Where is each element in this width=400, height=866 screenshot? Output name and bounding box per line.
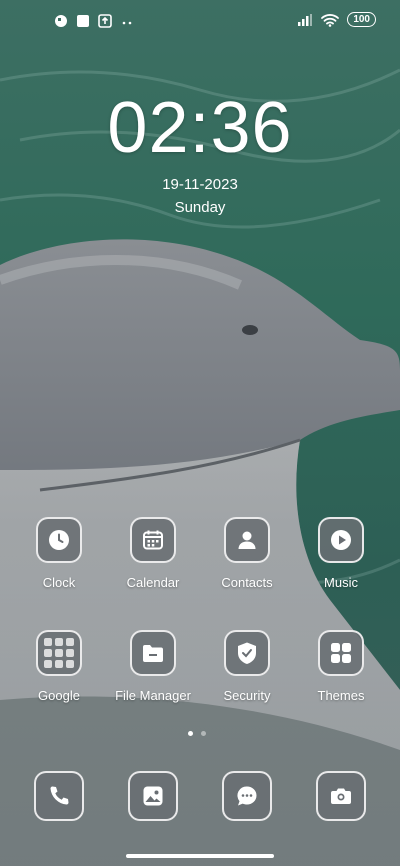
app-label: File Manager <box>115 688 191 703</box>
notification-icons <box>54 14 134 28</box>
app-label: Security <box>223 688 271 703</box>
app-google-folder[interactable]: Google <box>9 630 109 703</box>
clock-widget[interactable]: 02:36 19-11-2023 Sunday <box>0 92 400 216</box>
upload-notification-icon <box>98 14 112 28</box>
square-notification-icon <box>77 15 89 27</box>
signal-icon <box>298 13 313 26</box>
app-label: Contacts <box>221 575 273 590</box>
dock-gallery[interactable] <box>103 771 203 821</box>
app-icon-tile <box>34 771 84 821</box>
app-icon-tile <box>36 517 82 563</box>
app-label: Clock <box>42 575 76 590</box>
app-icon-tile <box>130 630 176 676</box>
home-gesture-bar[interactable] <box>126 854 274 858</box>
app-icon-tile <box>130 517 176 563</box>
app-contacts[interactable]: Contacts <box>197 517 297 590</box>
clock-icon <box>49 530 69 550</box>
messages-icon <box>237 786 257 806</box>
clock-day: Sunday <box>174 199 226 216</box>
battery-indicator: 100 <box>347 12 376 27</box>
dock-messages[interactable] <box>197 771 297 821</box>
dock-camera[interactable] <box>291 771 391 821</box>
app-icon-tile <box>36 630 82 676</box>
clock-date: 19-11-2023 <box>162 176 238 193</box>
contacts-icon <box>238 531 256 549</box>
clock-time: 02:36 <box>107 88 293 168</box>
app-themes[interactable]: Themes <box>291 630 391 703</box>
page-dot <box>201 731 206 736</box>
app-icon-tile <box>318 517 364 563</box>
app-clock[interactable]: Clock <box>9 517 109 590</box>
play-icon <box>331 530 351 550</box>
gallery-icon <box>143 786 163 806</box>
app-label: Google <box>38 688 80 703</box>
app-label: Calendar <box>126 575 180 590</box>
app-icon-tile <box>318 630 364 676</box>
folder-icon <box>44 638 74 668</box>
system-icons: 100 <box>297 12 376 27</box>
page-indicator <box>188 731 206 736</box>
app-icon-tile <box>224 517 270 563</box>
more-dots-icon <box>122 21 132 25</box>
app-music[interactable]: Music <box>291 517 391 590</box>
app-label: Music <box>324 575 358 590</box>
dock-phone[interactable] <box>9 771 109 821</box>
app-icon-tile <box>222 771 272 821</box>
app-icon-tile <box>224 630 270 676</box>
status-bar: 100 <box>0 0 400 40</box>
wifi-icon <box>321 13 340 27</box>
app-security[interactable]: Security <box>197 630 297 703</box>
grid-icon <box>331 643 351 663</box>
app-notification-icon <box>55 15 67 27</box>
app-icon-tile <box>128 771 178 821</box>
shield-icon <box>238 642 256 664</box>
app-icon-tile <box>316 771 366 821</box>
phone-icon <box>50 786 69 805</box>
file-folder-icon <box>143 645 163 662</box>
app-label: Themes <box>317 688 365 703</box>
app-file-manager[interactable]: File Manager <box>103 630 203 703</box>
app-calendar[interactable]: Calendar <box>103 517 203 590</box>
camera-icon <box>331 788 351 804</box>
page-dot-active <box>188 731 193 736</box>
calendar-icon <box>143 530 163 550</box>
